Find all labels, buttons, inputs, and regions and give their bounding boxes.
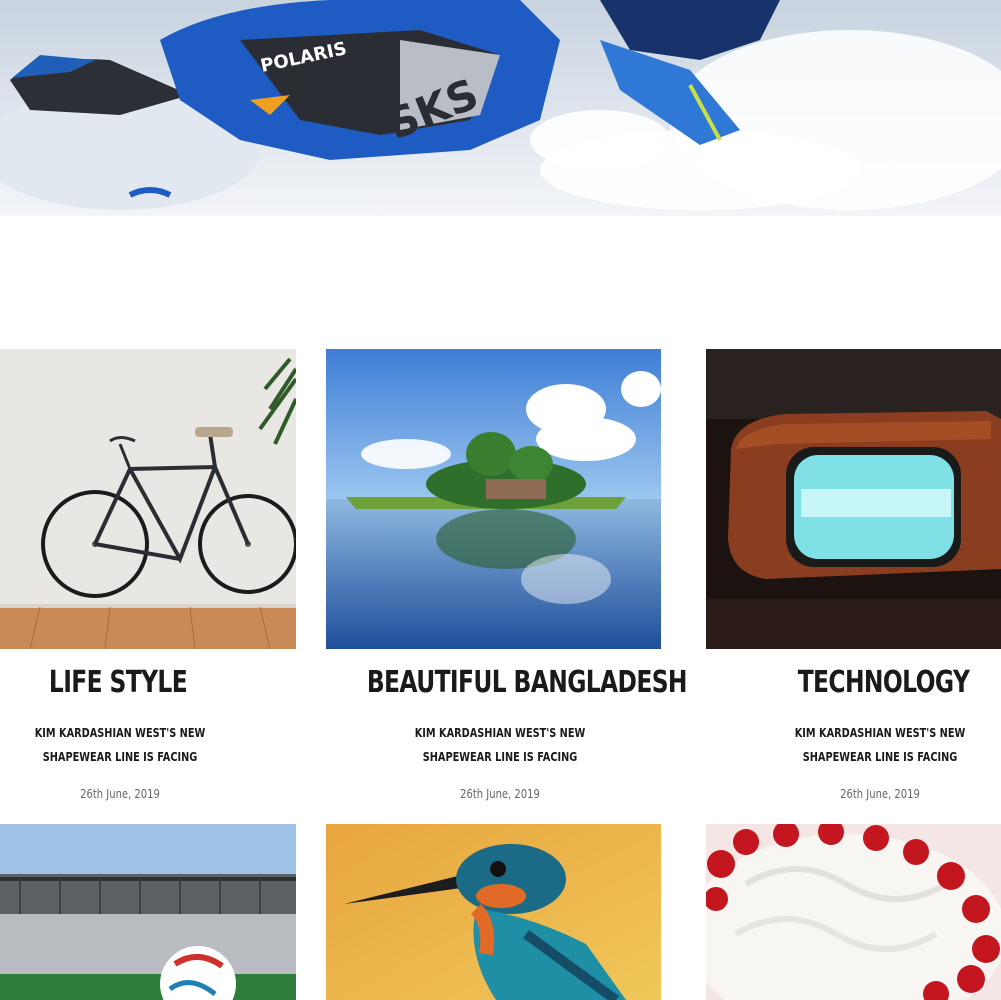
excerpt-line: SHAPEWEAR LINE IS FACING [42,749,198,764]
page: POLARIS SKS LIFE STYLE KIM KARDASHIAN WE… [0,0,1001,1000]
excerpt-line: SHAPEWEAR LINE IS FACING [422,749,578,764]
post-image-lake-island[interactable] [326,349,661,649]
post-title[interactable]: BEAUTIFUL BANGLADESH [367,665,688,700]
post-image-retro-tv[interactable] [706,349,1001,649]
post-image-stadium-football[interactable] [0,824,296,1000]
post-date: 26th June, 2019 [840,786,920,801]
post-date: 26th June, 2019 [80,786,160,801]
post-image-kingfisher[interactable] [326,824,661,1000]
post-excerpt: KIM KARDASHIAN WEST'S NEW SHAPEWEAR LINE… [26,721,213,769]
post-excerpt: KIM KARDASHIAN WEST'S NEW SHAPEWEAR LINE… [786,721,973,769]
post-title[interactable]: TECHNOLOGY [768,665,998,700]
hero-image: POLARIS SKS [0,0,1001,216]
excerpt-line: KIM KARDASHIAN WEST'S NEW [794,725,966,740]
post-card-cake[interactable] [706,824,1001,1000]
post-image-strawberry-cake[interactable] [706,824,1001,1000]
post-card-stadium[interactable] [0,824,296,1000]
post-image-bicycle[interactable] [0,349,296,649]
excerpt-line: KIM KARDASHIAN WEST'S NEW [414,725,586,740]
post-card-technology[interactable]: TECHNOLOGY KIM KARDASHIAN WEST'S NEW SHA… [706,349,1001,819]
excerpt-line: SHAPEWEAR LINE IS FACING [802,749,958,764]
post-date: 26th June, 2019 [460,786,540,801]
post-card-kingfisher[interactable] [326,824,661,1000]
post-card-beautiful-bangladesh[interactable]: BEAUTIFUL BANGLADESH KIM KARDASHIAN WEST… [326,349,688,819]
post-excerpt: KIM KARDASHIAN WEST'S NEW SHAPEWEAR LINE… [406,721,593,769]
post-title[interactable]: LIFE STYLE [3,665,234,700]
snowmobile-illustration: POLARIS SKS [0,0,1001,216]
post-card-life-style[interactable]: LIFE STYLE KIM KARDASHIAN WEST'S NEW SHA… [0,349,296,819]
excerpt-line: KIM KARDASHIAN WEST'S NEW [34,725,206,740]
